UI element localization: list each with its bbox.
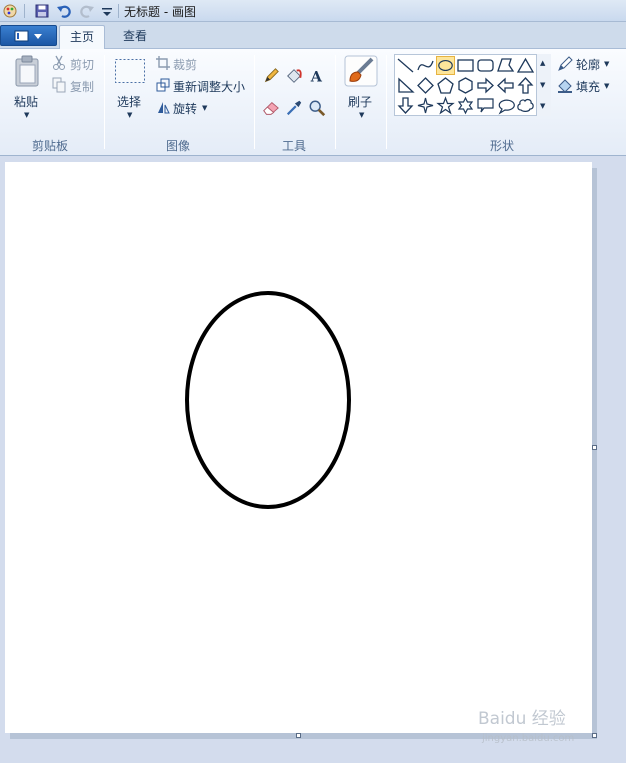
paste-icon[interactable] xyxy=(13,55,41,87)
shapes-scroll: ▲ ▼ ▼ xyxy=(536,54,551,116)
diamond-shape-icon[interactable] xyxy=(416,76,435,95)
shapes-scroll-up-icon[interactable]: ▲ xyxy=(540,59,545,67)
four-point-star-shape-icon[interactable] xyxy=(416,96,435,115)
text-icon[interactable]: A xyxy=(307,66,327,86)
pencil-icon[interactable] xyxy=(261,66,281,86)
baidu-watermark: Baidu 经验 xyxy=(478,709,566,729)
resize-button[interactable]: 重新调整大小 xyxy=(173,78,245,95)
title-separator xyxy=(118,4,119,18)
eraser-icon[interactable] xyxy=(261,98,281,118)
drawing-canvas[interactable] xyxy=(5,162,592,733)
fill-bucket-icon[interactable] xyxy=(284,66,304,86)
clipboard-group-label: 剪贴板 xyxy=(32,139,69,153)
canvas-resize-handle-corner[interactable] xyxy=(592,733,597,738)
group-separator xyxy=(386,55,387,149)
select-dropdown-icon[interactable]: ▼ xyxy=(127,111,132,119)
image-group-label: 图像 xyxy=(166,139,191,153)
curve-shape-icon[interactable] xyxy=(416,56,435,75)
svg-text:A: A xyxy=(310,68,323,85)
canvas-drawing xyxy=(185,291,351,509)
outline-button[interactable]: 轮廓 xyxy=(576,56,600,73)
outline-dropdown-icon[interactable]: ▼ xyxy=(604,60,609,68)
shapes-scroll-down-icon[interactable]: ▼ xyxy=(540,81,545,89)
baidu-watermark-url: jingyan.baidu.com xyxy=(482,733,575,744)
magnifier-icon[interactable] xyxy=(307,98,327,118)
group-separator xyxy=(335,55,336,149)
copy-button[interactable]: 复制 xyxy=(70,78,94,95)
drawn-ellipse[interactable] xyxy=(185,291,351,509)
select-button[interactable]: 选择 xyxy=(117,93,141,110)
line-shape-icon[interactable] xyxy=(396,56,415,75)
outline-icon xyxy=(558,56,573,71)
rotate-icon xyxy=(158,102,170,114)
fill-button[interactable]: 填充 xyxy=(576,78,600,95)
rotate-button[interactable]: 旋转 xyxy=(173,100,197,117)
copy-icon xyxy=(52,77,66,93)
group-separator xyxy=(104,55,105,149)
menu-icon xyxy=(14,30,42,42)
crop-icon xyxy=(156,56,170,70)
brushes-icon[interactable] xyxy=(344,55,378,87)
triangle-shape-icon[interactable] xyxy=(516,56,535,75)
fill-icon xyxy=(558,79,572,93)
rectangular-callout-shape-icon[interactable] xyxy=(476,96,495,115)
brushes-dropdown-icon[interactable]: ▼ xyxy=(359,111,364,119)
pentagon-shape-icon[interactable] xyxy=(436,76,455,95)
customize-quick-access-icon[interactable] xyxy=(99,3,115,19)
rounded-rectangle-shape-icon[interactable] xyxy=(476,56,495,75)
oval-shape-icon[interactable] xyxy=(436,56,455,75)
toolbar-separator xyxy=(24,4,25,18)
ribbon-tab-row: 主页 查看 xyxy=(0,22,626,49)
right-triangle-shape-icon[interactable] xyxy=(396,76,415,95)
redo-icon[interactable] xyxy=(79,3,95,19)
six-point-star-shape-icon[interactable] xyxy=(456,96,475,115)
up-arrow-shape-icon[interactable] xyxy=(516,76,535,95)
scissors-icon xyxy=(53,55,65,70)
left-arrow-shape-icon[interactable] xyxy=(496,76,515,95)
window-title: 无标题 - 画图 xyxy=(124,5,196,19)
paste-dropdown-icon[interactable]: ▼ xyxy=(24,111,29,119)
down-arrow-shape-icon[interactable] xyxy=(396,96,415,115)
resize-icon xyxy=(156,78,170,92)
brushes-button[interactable]: 刷子 xyxy=(348,93,372,110)
paint-app-icon[interactable] xyxy=(2,3,18,19)
rotate-dropdown-icon[interactable]: ▼ xyxy=(202,104,207,112)
undo-icon[interactable] xyxy=(56,3,72,19)
polygon-shape-icon[interactable] xyxy=(496,56,515,75)
paint-menu-button[interactable] xyxy=(0,25,57,46)
group-separator xyxy=(254,55,255,149)
cut-button[interactable]: 剪切 xyxy=(70,56,94,73)
cloud-callout-shape-icon[interactable] xyxy=(516,96,535,115)
title-bar: 无标题 - 画图 xyxy=(0,0,626,22)
fill-dropdown-icon[interactable]: ▼ xyxy=(604,82,609,90)
rectangle-shape-icon[interactable] xyxy=(456,56,475,75)
color-picker-icon[interactable] xyxy=(284,98,304,118)
hexagon-shape-icon[interactable] xyxy=(456,76,475,95)
crop-button[interactable]: 裁剪 xyxy=(173,56,197,73)
ribbon: 粘贴 ▼ 剪切 复制 剪贴板 选择 ▼ 裁剪 重新调整大小 旋转 ▼ 图像 A … xyxy=(0,49,626,156)
tab-view[interactable]: 查看 xyxy=(112,25,158,49)
paste-button[interactable]: 粘贴 xyxy=(14,93,38,110)
canvas-resize-handle-bottom[interactable] xyxy=(296,733,301,738)
save-icon[interactable] xyxy=(34,3,50,19)
right-arrow-shape-icon[interactable] xyxy=(476,76,495,95)
shapes-expand-icon[interactable]: ▼ xyxy=(540,102,545,110)
tools-group-label: 工具 xyxy=(282,139,307,153)
canvas-resize-handle-right[interactable] xyxy=(592,445,597,450)
five-point-star-shape-icon[interactable] xyxy=(436,96,455,115)
select-icon[interactable] xyxy=(114,58,146,84)
tab-home[interactable]: 主页 xyxy=(59,25,105,49)
shapes-gallery xyxy=(394,54,551,116)
oval-callout-shape-icon[interactable] xyxy=(496,96,515,115)
shapes-group-label: 形状 xyxy=(490,139,515,153)
